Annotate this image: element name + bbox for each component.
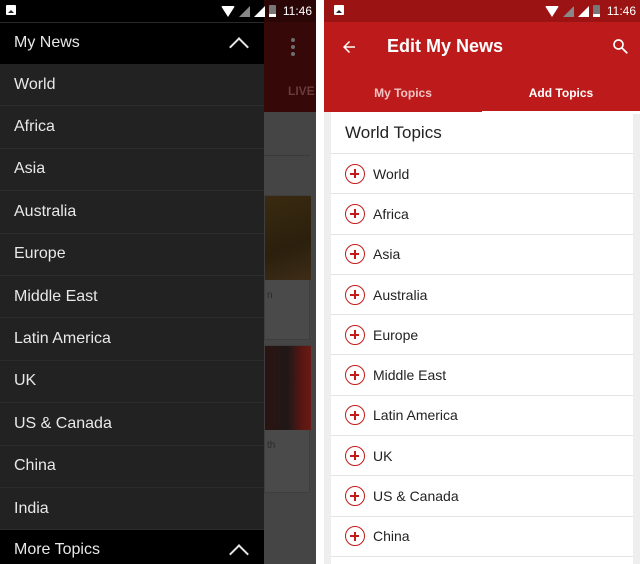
right-screen: 11:46 Edit My News My Topics Add Topics … [324, 0, 640, 564]
wifi-icon [544, 5, 559, 17]
drawer-item-latin-america[interactable]: Latin America [0, 318, 264, 361]
drawer-item-asia[interactable]: Asia [0, 149, 264, 192]
chevron-up-icon[interactable] [229, 37, 249, 57]
signal-icon [562, 5, 574, 17]
status-time: 11:46 [282, 4, 312, 18]
add-circle-icon[interactable] [345, 163, 365, 184]
drawer-item-india[interactable]: India [0, 488, 264, 531]
drawer-header-my-news[interactable]: My News [0, 22, 264, 64]
topic-row-world[interactable]: World [331, 154, 633, 195]
add-circle-icon[interactable] [345, 324, 365, 345]
status-bar: 11:46 [324, 0, 640, 22]
status-bar: 11:46 [0, 0, 316, 22]
image-notification-icon [334, 5, 344, 15]
battery-icon [592, 5, 600, 17]
topic-row-middle-east[interactable]: Middle East [331, 355, 633, 396]
drawer-item-uk[interactable]: UK [0, 361, 264, 404]
signal-icon [253, 5, 265, 17]
topic-row-australia[interactable]: Australia [331, 275, 633, 316]
left-screen: LIVE n th 11:46 My News World Africa Asi… [0, 0, 316, 564]
screenshot-divider [316, 0, 324, 564]
signal-icon [238, 5, 250, 17]
add-circle-icon[interactable] [345, 365, 365, 386]
drawer-item-us-canada[interactable]: US & Canada [0, 403, 264, 446]
world-topics-card: World Topics World Africa Asia Australia… [331, 112, 633, 564]
tab-my-topics[interactable]: My Topics [324, 80, 482, 114]
battery-icon [268, 5, 276, 17]
add-circle-icon[interactable] [345, 244, 365, 265]
image-notification-icon [6, 5, 16, 15]
back-arrow-icon[interactable] [340, 38, 358, 56]
page-title: Edit My News [387, 36, 504, 56]
drawer-title: My News [14, 34, 80, 51]
status-time: 11:46 [606, 4, 636, 18]
background-tab-live: LIVE [288, 84, 315, 98]
wifi-icon [220, 5, 235, 17]
drawer-item-china[interactable]: China [0, 446, 264, 488]
topic-row-asia[interactable]: Asia [331, 235, 633, 275]
drawer-item-australia[interactable]: Australia [0, 191, 264, 234]
add-circle-icon[interactable] [345, 486, 365, 507]
add-circle-icon[interactable] [345, 284, 365, 305]
chevron-up-icon[interactable] [229, 544, 249, 564]
section-title: World Topics [331, 112, 633, 154]
topic-row-latin-america[interactable]: Latin America [331, 396, 633, 437]
drawer-section-more-topics[interactable]: More Topics [0, 530, 264, 564]
topic-row-us-canada[interactable]: US & Canada [331, 476, 633, 517]
search-icon[interactable] [611, 37, 629, 55]
drawer-list: World Africa Asia Australia Europe Middl… [0, 64, 264, 531]
news-image [265, 346, 311, 430]
add-circle-icon[interactable] [345, 405, 365, 426]
background-news-card: th [264, 345, 311, 493]
news-image [265, 196, 311, 280]
topic-row-europe[interactable]: Europe [331, 315, 633, 356]
signal-icon [577, 5, 589, 17]
topic-row-uk[interactable]: UK [331, 436, 633, 477]
app-bar: Edit My News My Topics Add Topics [324, 22, 640, 114]
drawer-item-middle-east[interactable]: Middle East [0, 276, 264, 319]
topic-row-china[interactable]: China [331, 517, 633, 557]
background-news-card: n [264, 195, 311, 340]
add-circle-icon[interactable] [345, 526, 365, 547]
tab-add-topics[interactable]: Add Topics [482, 80, 640, 114]
tab-bar: My Topics Add Topics [324, 80, 640, 114]
add-circle-icon[interactable] [345, 203, 365, 224]
overflow-menu-icon [291, 38, 295, 59]
add-circle-icon[interactable] [345, 445, 365, 466]
drawer-item-africa[interactable]: Africa [0, 106, 264, 149]
drawer-item-europe[interactable]: Europe [0, 234, 264, 276]
drawer-item-world[interactable]: World [0, 64, 264, 107]
more-topics-label: More Topics [14, 541, 100, 558]
topic-row-africa[interactable]: Africa [331, 194, 633, 235]
